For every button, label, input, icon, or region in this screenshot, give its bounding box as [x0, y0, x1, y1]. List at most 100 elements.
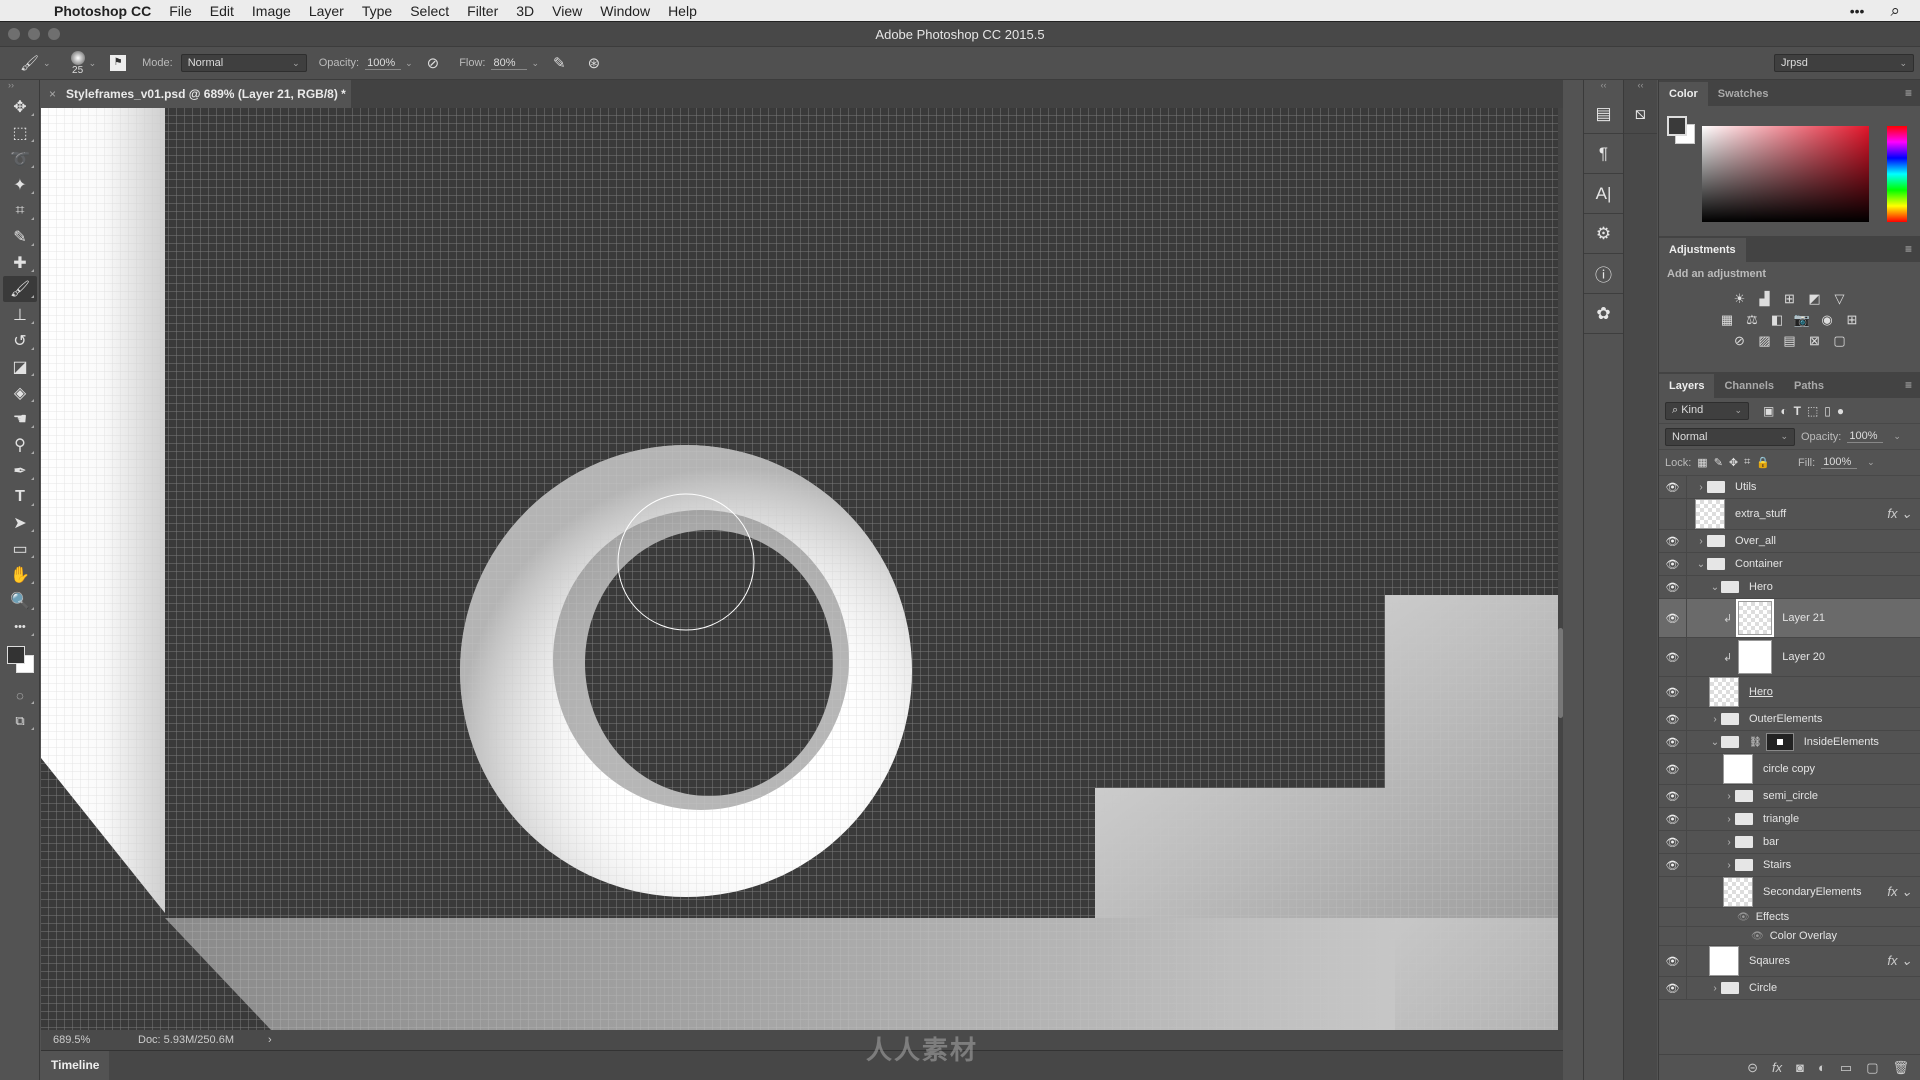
- eye-icon[interactable]: 👁: [1659, 731, 1687, 753]
- posterize-icon[interactable]: ▨: [1756, 332, 1773, 349]
- fill-input[interactable]: 100%: [1821, 456, 1858, 469]
- filter-shape-icon[interactable]: ⬚: [1807, 404, 1818, 418]
- exposure-icon[interactable]: ◩: [1806, 290, 1823, 307]
- paragraph-panel-icon[interactable]: ¶: [1584, 134, 1623, 174]
- brush-preset-icon[interactable]: 🖌: [20, 54, 39, 72]
- layer-row[interactable]: extra_stuff fx ⌄: [1659, 499, 1920, 530]
- search-icon[interactable]: ⌕: [1890, 1, 1900, 21]
- layer-row[interactable]: 👁 › semi_circle: [1659, 785, 1920, 808]
- layer-name[interactable]: Stairs: [1763, 859, 1791, 871]
- filter-type-icon[interactable]: T: [1794, 404, 1801, 418]
- move-tool[interactable]: ✥: [3, 94, 37, 120]
- layer-effects-icon[interactable]: fx ⌄: [1887, 953, 1912, 969]
- layer-row[interactable]: 👁 Color Overlay: [1659, 927, 1920, 946]
- layer-name[interactable]: bar: [1763, 836, 1779, 848]
- hand-tool[interactable]: ✋: [3, 562, 37, 588]
- airbrush-icon[interactable]: ✎: [553, 54, 566, 72]
- chevron-down-icon[interactable]: ⌄: [1695, 559, 1707, 570]
- chevron-down-icon[interactable]: ⌄: [43, 58, 51, 69]
- hue-slider[interactable]: [1887, 126, 1907, 222]
- menu-window[interactable]: Window: [600, 3, 650, 19]
- tab-adjustments[interactable]: Adjustments: [1659, 238, 1746, 262]
- chevron-right-icon[interactable]: ›: [1723, 860, 1735, 871]
- history-brush-tool[interactable]: ↺: [3, 328, 37, 354]
- layer-row[interactable]: 👁 Sqaures fx ⌄: [1659, 946, 1920, 977]
- blend-mode-dropdown[interactable]: Normal ⌄: [1665, 427, 1795, 446]
- collapse-dock-button[interactable]: ‹‹: [1624, 80, 1657, 94]
- path-selection-tool[interactable]: ➤: [3, 510, 37, 536]
- filter-pixel-icon[interactable]: ▣: [1763, 404, 1774, 418]
- eye-icon[interactable]: 👁: [1659, 754, 1687, 784]
- eye-icon[interactable]: 👁: [1659, 808, 1687, 830]
- lock-all-icon[interactable]: 🔒: [1756, 456, 1770, 469]
- chevron-down-icon[interactable]: ⌄: [1867, 457, 1875, 468]
- layer-opacity-input[interactable]: 100%: [1847, 430, 1884, 443]
- layer-row[interactable]: SecondaryElements fx ⌄: [1659, 877, 1920, 908]
- layer-row[interactable]: 👁 › Utils: [1659, 476, 1920, 499]
- eraser-tool[interactable]: ◪: [3, 354, 37, 380]
- tab-color[interactable]: Color: [1659, 82, 1708, 106]
- photo-filter-icon[interactable]: 📷: [1794, 311, 1811, 328]
- more-tools[interactable]: •••: [3, 614, 37, 640]
- layer-name[interactable]: extra_stuff: [1735, 508, 1786, 520]
- tab-swatches[interactable]: Swatches: [1708, 82, 1779, 106]
- libraries-panel-icon[interactable]: ⚙: [1584, 214, 1623, 254]
- lasso-tool[interactable]: ➰: [3, 146, 37, 172]
- visibility-toggle[interactable]: [1659, 877, 1687, 907]
- more-icon[interactable]: •••: [1850, 3, 1865, 19]
- lock-pixels-icon[interactable]: ✎: [1714, 456, 1723, 469]
- chevron-right-icon[interactable]: ›: [1709, 983, 1721, 994]
- layer-row[interactable]: 👁 › triangle: [1659, 808, 1920, 831]
- brush-presets-panel-icon[interactable]: ✿: [1584, 294, 1623, 334]
- properties-panel-icon[interactable]: ▤: [1584, 94, 1623, 134]
- canvas[interactable]: [41, 108, 1558, 1030]
- layer-row[interactable]: 👁 Hero: [1659, 677, 1920, 708]
- eye-icon[interactable]: 👁: [1659, 476, 1687, 498]
- layer-mask-thumbnail[interactable]: [1765, 733, 1794, 751]
- smudge-tool[interactable]: ☚: [3, 406, 37, 432]
- rectangle-tool[interactable]: ▭: [3, 536, 37, 562]
- layer-name[interactable]: triangle: [1763, 813, 1799, 825]
- document-tab[interactable]: × Styleframes_v01.psd @ 689% (Layer 21, …: [41, 80, 351, 108]
- marquee-tool[interactable]: ⬚: [3, 120, 37, 146]
- link-icon[interactable]: ⛓: [1749, 737, 1762, 748]
- layer-name[interactable]: Layer 21: [1782, 612, 1825, 624]
- layer-name[interactable]: OuterElements: [1749, 713, 1822, 725]
- eye-icon[interactable]: 👁: [1659, 708, 1687, 730]
- filter-kind-dropdown[interactable]: ⌕ Kind ⌄: [1665, 401, 1749, 420]
- eye-icon[interactable]: 👁: [1659, 530, 1687, 552]
- foreground-color-swatch[interactable]: [1667, 116, 1687, 136]
- scrollbar-thumb[interactable]: [1558, 628, 1563, 718]
- selective-color-icon[interactable]: ⊠: [1806, 332, 1823, 349]
- layer-row[interactable]: 👁 › Circle: [1659, 977, 1920, 1000]
- layer-thumbnail[interactable]: [1709, 677, 1739, 707]
- menu-edit[interactable]: Edit: [210, 3, 234, 19]
- adjustment-layer-icon[interactable]: ◐: [1818, 1060, 1826, 1075]
- collapse-dock-button[interactable]: ‹‹: [1584, 80, 1623, 94]
- chevron-down-icon[interactable]: ⌄: [89, 58, 97, 69]
- add-style-icon[interactable]: fx: [1772, 1060, 1782, 1075]
- chevron-right-icon[interactable]: ›: [1709, 714, 1721, 725]
- paint-bucket-tool[interactable]: ◈: [3, 380, 37, 406]
- panel-menu-icon[interactable]: ≡: [1905, 378, 1912, 392]
- chevron-right-icon[interactable]: ›: [1695, 482, 1707, 493]
- menu-layer[interactable]: Layer: [309, 3, 344, 19]
- layer-row[interactable]: 👁 Effects: [1659, 908, 1920, 927]
- filter-smart-object-icon[interactable]: ▯: [1824, 404, 1831, 418]
- filter-adjustment-icon[interactable]: ◐: [1780, 404, 1787, 418]
- status-menu-arrow[interactable]: ›: [268, 1034, 272, 1046]
- layer-name[interactable]: Hero: [1749, 686, 1773, 698]
- layer-name[interactable]: Hero: [1749, 581, 1773, 593]
- layer-effects-icon[interactable]: fx ⌄: [1887, 884, 1912, 900]
- pen-tool[interactable]: ✒: [3, 458, 37, 484]
- layer-row[interactable]: 👁 › bar: [1659, 831, 1920, 854]
- layer-name[interactable]: circle copy: [1763, 763, 1815, 775]
- eye-icon[interactable]: 👁: [1659, 946, 1687, 976]
- eye-icon[interactable]: 👁: [1659, 785, 1687, 807]
- crop-tool[interactable]: ⌗: [3, 198, 37, 224]
- layer-thumbnail[interactable]: [1738, 640, 1773, 674]
- channel-mixer-icon[interactable]: ◉: [1819, 311, 1836, 328]
- eye-icon[interactable]: 👁: [1659, 831, 1687, 853]
- type-tool[interactable]: T: [3, 484, 37, 510]
- navigator-panel-icon[interactable]: ⧅: [1624, 94, 1657, 134]
